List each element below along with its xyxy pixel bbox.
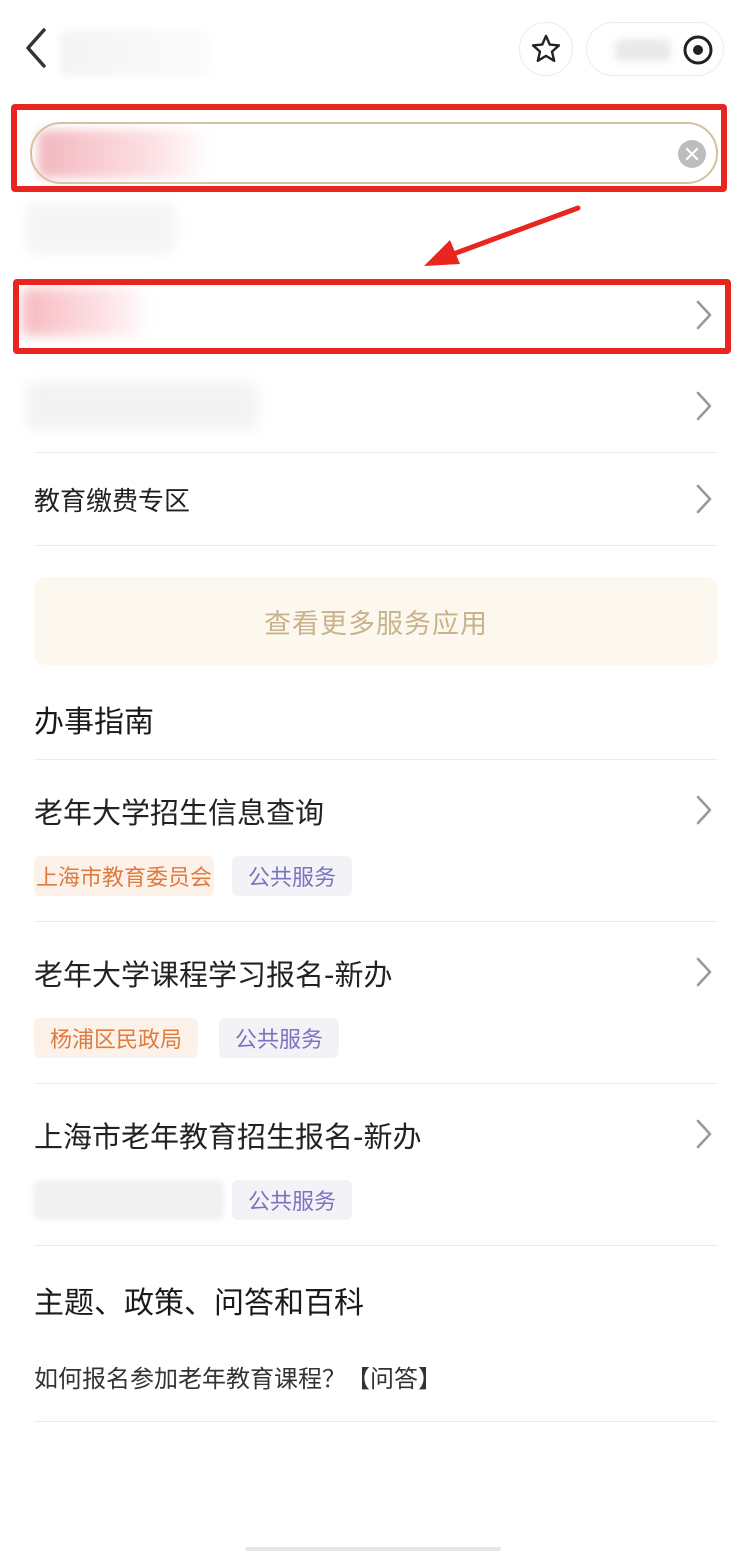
guide-item-3[interactable]: 上海市老年教育招生报名-新办 公共服务 <box>34 1084 718 1246</box>
chevron-left-icon <box>26 28 46 68</box>
guide-item-org-tag: 杨浦区民政局 <box>34 1018 199 1058</box>
search-subtext-redacted <box>26 204 176 254</box>
page-title-redacted <box>60 30 210 76</box>
search-highlight-box <box>11 104 727 192</box>
section-divider <box>34 740 718 760</box>
topics-section-title: 主题、政策、问答和百科 <box>34 1286 364 1321</box>
guide-item-org-tag: 上海市教育委员会 <box>34 856 215 896</box>
chevron-right-icon <box>696 484 712 514</box>
header-bar <box>0 0 743 100</box>
back-button[interactable] <box>18 26 58 70</box>
guide-item-type-tag: 公共服务 <box>232 856 353 896</box>
home-indicator <box>245 1547 501 1551</box>
chevron-right-icon <box>696 1119 712 1149</box>
service-item-highlight-box <box>13 279 731 354</box>
chevron-right-icon <box>696 391 712 421</box>
service-item-education-fee[interactable]: 教育缴费专区 <box>34 453 718 546</box>
chevron-right-icon <box>696 795 712 825</box>
favorite-button[interactable] <box>519 22 573 76</box>
capsule-menu-redacted[interactable] <box>615 39 671 61</box>
guide-item-1[interactable]: 老年大学招生信息查询 上海市教育委员会 公共服务 <box>34 760 718 922</box>
qa-item[interactable]: 如何报名参加老年教育课程？【问答】 <box>34 1346 718 1422</box>
target-icon[interactable] <box>681 33 715 67</box>
more-services-button[interactable]: 查看更多服务应用 <box>34 577 718 665</box>
miniapp-capsule[interactable] <box>586 22 724 76</box>
service-item-2[interactable] <box>34 360 718 453</box>
service-item-label: 教育缴费专区 <box>34 487 191 517</box>
guide-item-title: 上海市老年教育招生报名-新办 <box>34 1120 422 1154</box>
qa-item-label: 如何报名参加老年教育课程？【问答】 <box>34 1365 442 1393</box>
guide-item-type-tag: 公共服务 <box>219 1018 340 1058</box>
guide-item-title: 老年大学课程学习报名-新办 <box>34 958 393 992</box>
guide-item-2[interactable]: 老年大学课程学习报名-新办 杨浦区民政局 公共服务 <box>34 922 718 1084</box>
guide-item-org-tag-redacted <box>34 1180 224 1220</box>
guide-item-type-tag: 公共服务 <box>232 1180 353 1220</box>
star-icon <box>531 34 561 62</box>
guide-item-title: 老年大学招生信息查询 <box>34 796 325 830</box>
guide-section-title: 办事指南 <box>34 705 154 740</box>
chevron-right-icon <box>696 957 712 987</box>
